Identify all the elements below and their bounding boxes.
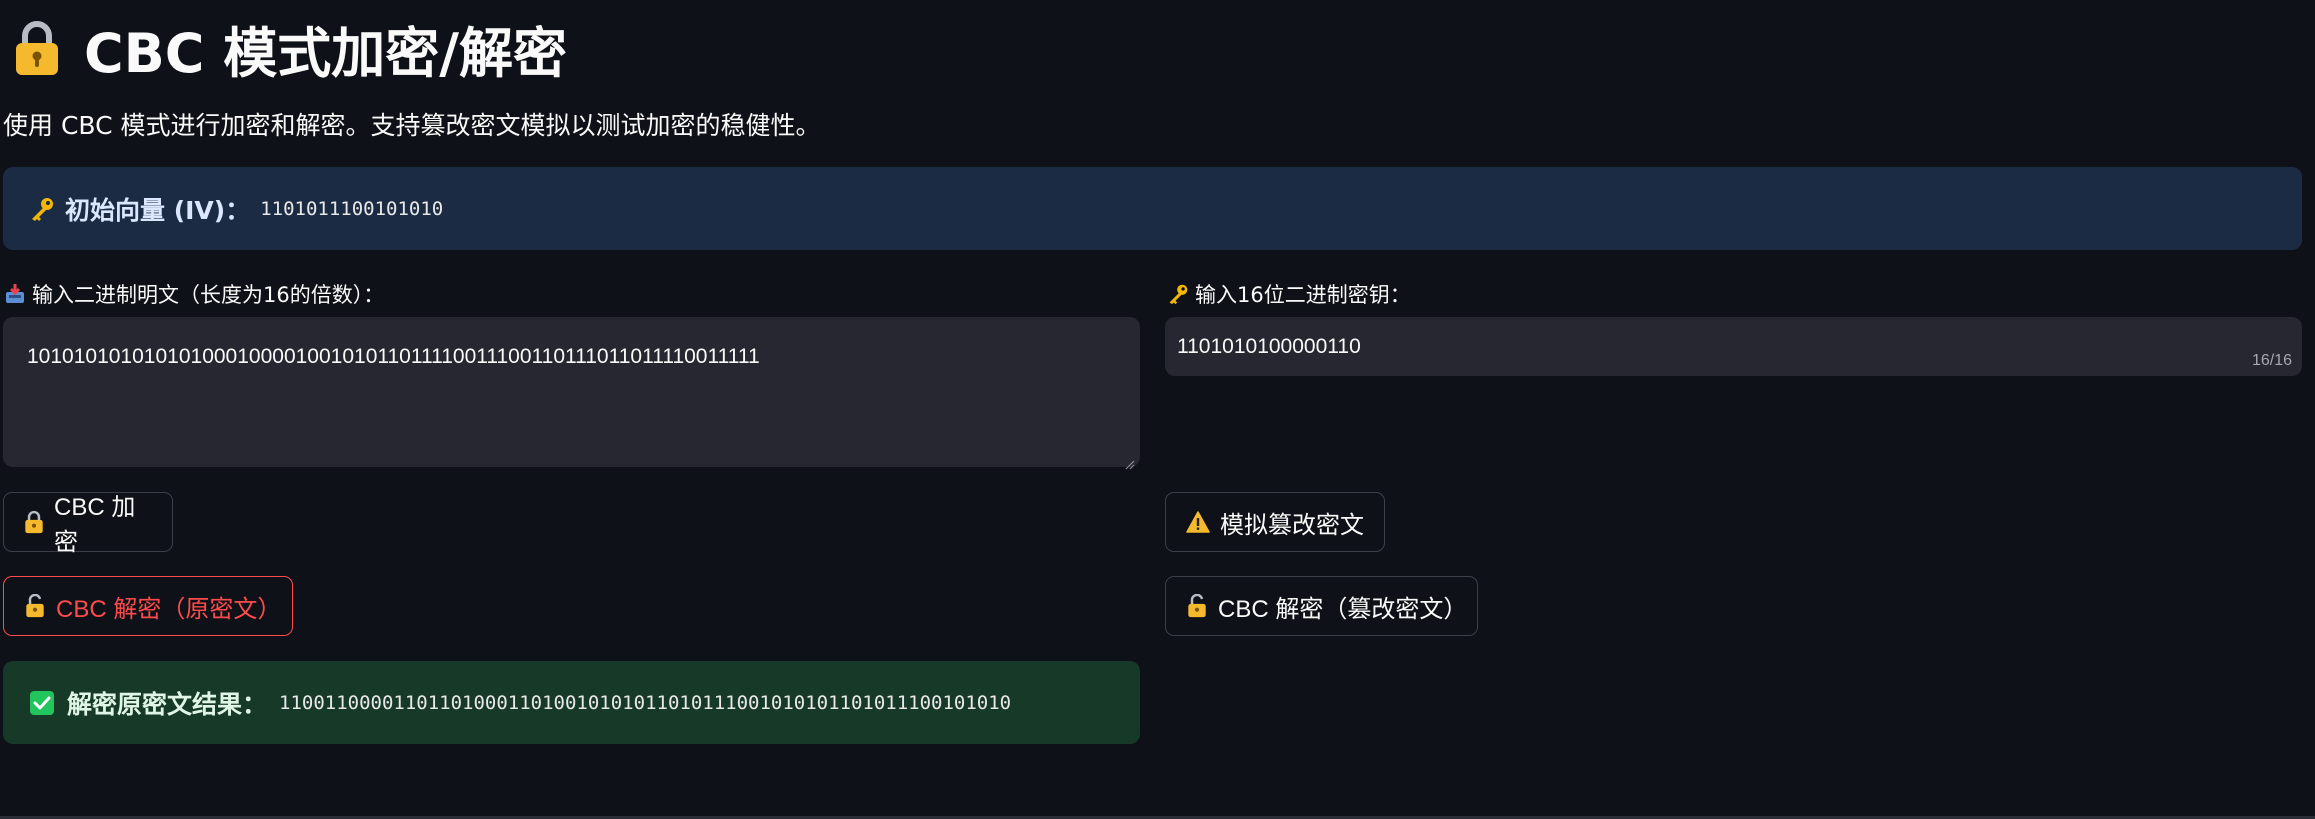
inbox-tray-icon xyxy=(4,283,26,305)
unlock-icon xyxy=(1186,594,1208,618)
tamper-ciphertext-label: 模拟篡改密文 xyxy=(1220,511,1364,539)
result-label: 解密原密文结果： xyxy=(67,689,268,719)
key-input[interactable]: 1101010100000110 16/16 xyxy=(1165,317,2302,376)
app-page: CBC 模式加密/解密 使用 CBC 模式进行加密和解密。支持篡改密文模拟以测试… xyxy=(0,0,2315,819)
key-value: 1101010100000110 xyxy=(1177,334,1361,358)
page-title-text: CBC 模式加密/解密 xyxy=(84,21,567,85)
decrypt-result-box: 解密原密文结果： 1100110000110110100011010010101… xyxy=(3,661,1140,744)
page-title: CBC 模式加密/解密 xyxy=(14,12,567,85)
tamper-ciphertext-button[interactable]: 模拟篡改密文 xyxy=(1165,492,1385,552)
unlock-icon xyxy=(24,594,46,618)
plaintext-label-text: 输入二进制明文（长度为16的倍数）： xyxy=(32,283,385,307)
key-label: 输入16位二进制密钥： xyxy=(1167,279,1411,309)
key-label-text: 输入16位二进制密钥： xyxy=(1195,283,1411,307)
iv-info-box: 初始向量 (IV)： 1101011100101010 xyxy=(3,167,2302,250)
cbc-decrypt-tampered-button[interactable]: CBC 解密（篡改密文） xyxy=(1165,576,1478,636)
cbc-decrypt-tampered-label: CBC 解密（篡改密文） xyxy=(1218,595,1468,623)
key-icon xyxy=(29,196,55,222)
cbc-decrypt-original-button[interactable]: CBC 解密（原密文） xyxy=(3,576,293,636)
lock-icon xyxy=(14,19,60,77)
resize-handle-icon[interactable] xyxy=(1125,452,1135,470)
warning-icon xyxy=(1186,511,1210,533)
plaintext-label: 输入二进制明文（长度为16的倍数）： xyxy=(4,279,384,309)
cbc-decrypt-original-label: CBC 解密（原密文） xyxy=(56,595,282,623)
plaintext-value: 1010101010101010001000010010101101111001… xyxy=(27,345,760,368)
plaintext-textarea[interactable]: 1010101010101010001000010010101101111001… xyxy=(3,317,1140,470)
iv-label: 初始向量 (IV)： xyxy=(65,195,251,225)
page-subtitle: 使用 CBC 模式进行加密和解密。支持篡改密文模拟以测试加密的稳健性。 xyxy=(3,111,821,140)
check-box-icon xyxy=(29,690,55,716)
key-icon xyxy=(1167,283,1189,305)
cbc-encrypt-label: CBC 加密 xyxy=(54,494,136,556)
lock-icon xyxy=(24,510,44,534)
result-value: 1100110000110110100011010010101011010111… xyxy=(279,691,1012,714)
cbc-encrypt-button[interactable]: CBC 加密 xyxy=(3,492,173,556)
iv-value: 1101011100101010 xyxy=(260,197,444,220)
char-counter: 16/16 xyxy=(2251,352,2292,369)
